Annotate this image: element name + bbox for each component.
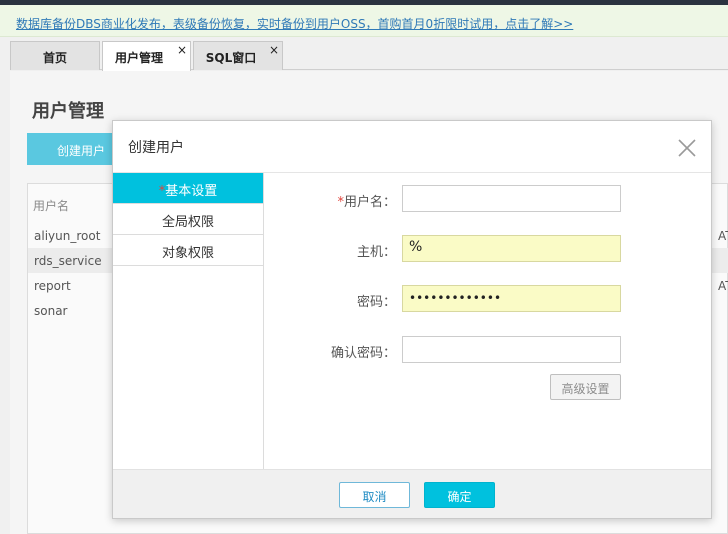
password-label: 密码：	[356, 295, 396, 310]
host-input[interactable]: %	[402, 235, 621, 262]
username-label-text: 用户名：	[343, 195, 396, 210]
advanced-settings-button[interactable]: 高级设置	[550, 374, 621, 400]
close-icon[interactable]	[675, 136, 699, 160]
nav-item-label: 对象权限	[161, 246, 214, 261]
username-input[interactable]	[402, 185, 621, 212]
confirm-password-label: 确认密码：	[330, 346, 396, 361]
basic-settings-form: *用户名： 主机： % 密码： ••••••••••••• 确认密码： 高级设置	[264, 173, 711, 469]
dialog-title: 创建用户	[128, 140, 184, 156]
cancel-button[interactable]: 取消	[339, 482, 410, 508]
password-input[interactable]: •••••••••••••	[402, 285, 621, 312]
dialog-header: 创建用户	[113, 121, 711, 173]
nav-item-object-privileges[interactable]: 对象权限	[113, 235, 263, 266]
nav-item-basic-settings[interactable]: *基本设置	[113, 173, 263, 204]
dialog-footer: 取消 确定	[113, 469, 711, 518]
modal-overlay: 创建用户 *基本设置 全局权限 对象权限 *用户名： 主机： % 密码： •••…	[0, 0, 728, 534]
create-user-dialog: 创建用户 *基本设置 全局权限 对象权限 *用户名： 主机： % 密码： •••…	[112, 120, 712, 519]
nav-item-label: 基本设置	[165, 184, 218, 199]
host-label: 主机：	[356, 245, 396, 260]
nav-item-global-privileges[interactable]: 全局权限	[113, 204, 263, 235]
confirm-password-input[interactable]	[402, 336, 621, 363]
username-label: *用户名：	[264, 191, 396, 210]
nav-item-label: 全局权限	[161, 215, 214, 230]
confirm-button[interactable]: 确定	[424, 482, 495, 508]
dialog-side-nav: *基本设置 全局权限 对象权限	[113, 173, 264, 469]
